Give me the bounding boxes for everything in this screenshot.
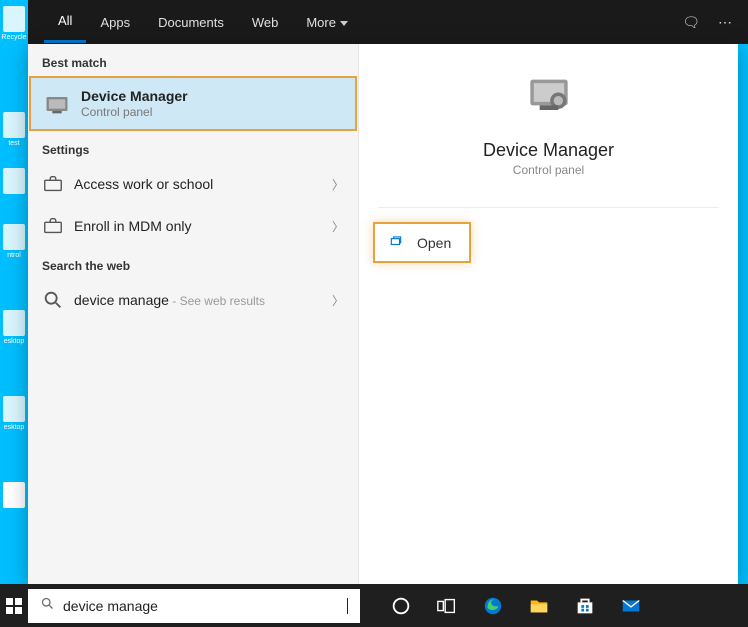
- desktop-icon[interactable]: [0, 476, 28, 532]
- tab-apps[interactable]: Apps: [86, 3, 144, 42]
- task-icons: [378, 584, 654, 627]
- device-manager-icon: [43, 90, 71, 118]
- desktop-area: Recycle test ntrol esktop esktop: [0, 0, 28, 584]
- desktop-icon[interactable]: test: [0, 106, 28, 162]
- divider: [378, 207, 719, 208]
- result-title: device manage - See web results: [74, 292, 332, 308]
- open-icon: [389, 234, 405, 251]
- briefcase-icon: [42, 215, 64, 237]
- search-icon: [40, 596, 55, 615]
- result-device-manager[interactable]: Device Manager Control panel: [29, 76, 357, 131]
- start-button[interactable]: [0, 584, 28, 627]
- search-icon: [42, 289, 64, 311]
- tab-web[interactable]: Web: [238, 3, 293, 42]
- best-match-header: Best match: [28, 44, 358, 76]
- web-header: Search the web: [28, 247, 358, 279]
- result-title: Access work or school: [74, 176, 332, 192]
- results-list: Best match Device Manager Control panel …: [28, 44, 358, 584]
- desktop-icon[interactable]: ntrol: [0, 218, 28, 274]
- ellipsis-icon[interactable]: ⋯: [718, 14, 732, 31]
- taskview-icon[interactable]: [424, 584, 470, 627]
- result-enroll-mdm[interactable]: Enroll in MDM only 〉: [28, 205, 358, 247]
- store-icon[interactable]: [562, 584, 608, 627]
- desktop-icon[interactable]: Recycle: [0, 0, 28, 56]
- preview-subtitle: Control panel: [513, 163, 584, 177]
- device-manager-large-icon: [521, 68, 577, 124]
- briefcase-icon: [42, 173, 64, 195]
- desktop-icon[interactable]: esktop: [0, 304, 28, 360]
- tab-documents[interactable]: Documents: [144, 3, 238, 42]
- chevron-right-icon: 〉: [332, 292, 344, 309]
- result-preview: Device Manager Control panel Open: [358, 44, 738, 584]
- preview-title: Device Manager: [483, 140, 614, 161]
- desktop-icon[interactable]: esktop: [0, 390, 28, 446]
- search-input[interactable]: [63, 598, 346, 614]
- feedback-icon[interactable]: 🗨: [682, 14, 700, 31]
- taskbar: [0, 584, 748, 627]
- settings-header: Settings: [28, 131, 358, 163]
- tabs-bar: All Apps Documents Web More 🗨 ⋯: [28, 0, 748, 44]
- edge-icon[interactable]: [470, 584, 516, 627]
- text-cursor: [347, 598, 348, 614]
- result-subtitle: Control panel: [81, 105, 343, 119]
- tab-more[interactable]: More: [292, 3, 362, 42]
- result-web-search[interactable]: device manage - See web results 〉: [28, 279, 358, 321]
- search-results-panel: Best match Device Manager Control panel …: [28, 44, 738, 584]
- mail-icon[interactable]: [608, 584, 654, 627]
- search-box[interactable]: [28, 589, 360, 623]
- desktop-icon[interactable]: [0, 162, 28, 218]
- open-button[interactable]: Open: [373, 222, 471, 263]
- result-title: Device Manager: [81, 88, 343, 104]
- cortana-icon[interactable]: [378, 584, 424, 627]
- tab-all[interactable]: All: [44, 1, 86, 43]
- chevron-down-icon: [340, 21, 348, 26]
- chevron-right-icon: 〉: [332, 176, 344, 193]
- result-access-work-school[interactable]: Access work or school 〉: [28, 163, 358, 205]
- explorer-icon[interactable]: [516, 584, 562, 627]
- chevron-right-icon: 〉: [332, 218, 344, 235]
- result-title: Enroll in MDM only: [74, 218, 332, 234]
- open-label: Open: [417, 235, 451, 251]
